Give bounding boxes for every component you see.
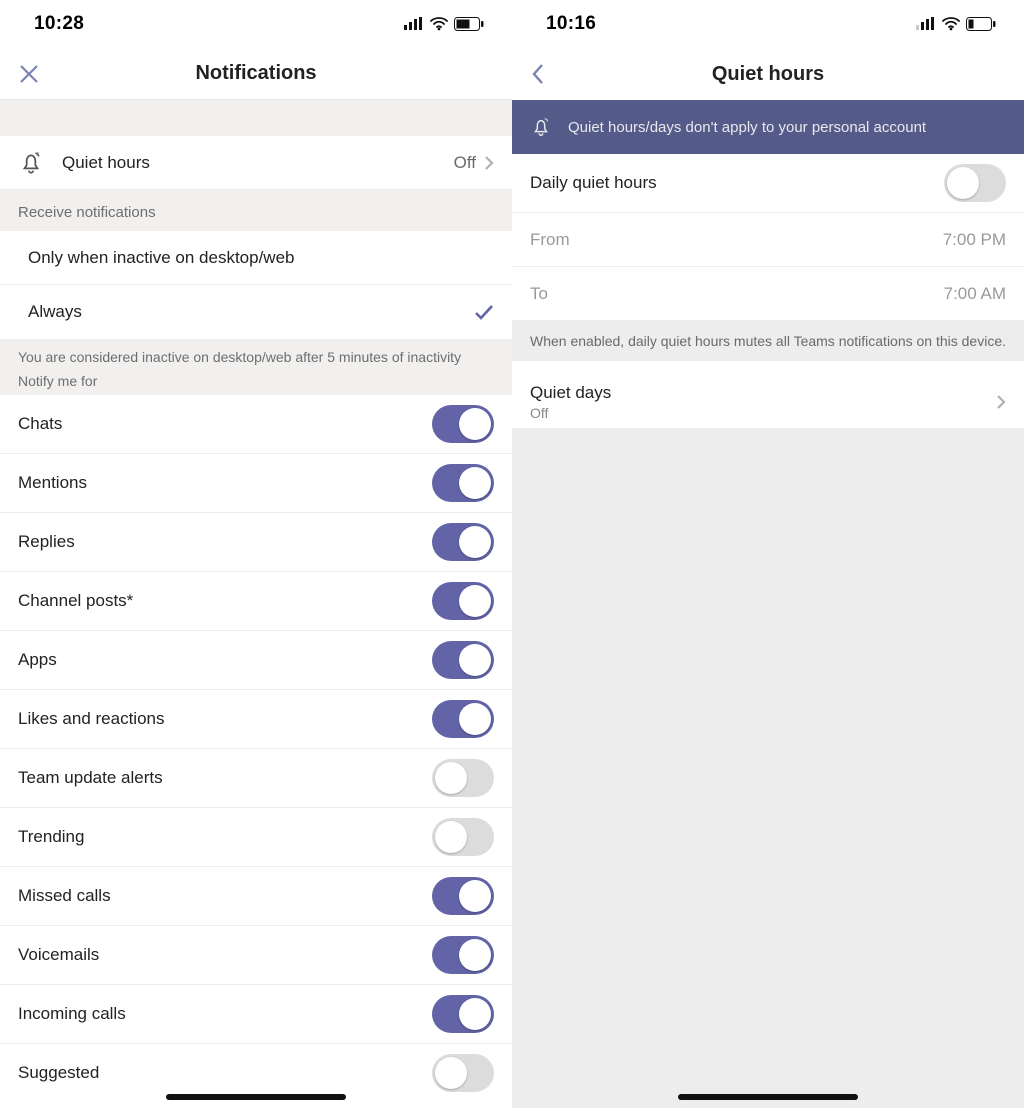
inactive-note: You are considered inactive on desktop/w…: [0, 339, 512, 371]
quiet-days-value: Off: [530, 405, 611, 421]
notify-toggle[interactable]: [432, 759, 494, 797]
notify-toggle-label: Suggested: [18, 1063, 99, 1083]
notify-toggle-row: Trending: [0, 808, 512, 867]
receive-header: Receive notifications: [0, 190, 512, 231]
receive-option[interactable]: Only when inactive on desktop/web: [0, 231, 512, 285]
banner-text: Quiet hours/days don't apply to your per…: [568, 119, 926, 136]
notify-toggle-label: Voicemails: [18, 945, 99, 965]
to-label: To: [530, 284, 548, 304]
from-value: 7:00 PM: [943, 230, 1006, 250]
quiet-hours-icon: [530, 116, 552, 138]
daily-helper: When enabled, daily quiet hours mutes al…: [512, 321, 1024, 361]
notify-toggle-row: Likes and reactions: [0, 690, 512, 749]
quiet-hours-row[interactable]: z Quiet hours Off: [0, 136, 512, 190]
notify-toggle-row: Incoming calls: [0, 985, 512, 1044]
daily-quiet-hours-label: Daily quiet hours: [530, 173, 657, 193]
notify-toggle-label: Mentions: [18, 473, 87, 493]
chevron-right-icon: [996, 394, 1006, 410]
personal-account-banner: Quiet hours/days don't apply to your per…: [512, 100, 1024, 154]
notify-toggle-row: Team update alerts: [0, 749, 512, 808]
notify-toggle[interactable]: [432, 995, 494, 1033]
empty-area: [512, 429, 1024, 1108]
receive-option-label: Always: [28, 302, 82, 322]
notify-toggle-row: Replies: [0, 513, 512, 572]
notify-toggle-row: Missed calls: [0, 867, 512, 926]
notify-toggle-label: Missed calls: [18, 886, 111, 906]
quiet-hours-value: Off: [454, 153, 476, 173]
navbar-notifications: Notifications: [0, 48, 512, 100]
to-value: 7:00 AM: [944, 284, 1006, 304]
section-spacer: [0, 100, 512, 136]
status-time: 10:28: [34, 13, 84, 35]
notify-toggle-row: Mentions: [0, 454, 512, 513]
status-icons: [404, 17, 484, 31]
notify-toggle[interactable]: [432, 936, 494, 974]
page-title: Quiet hours: [712, 63, 824, 86]
back-button[interactable]: [530, 62, 546, 86]
home-indicator[interactable]: [678, 1094, 858, 1100]
notify-toggle-row: Chats: [0, 395, 512, 454]
notify-toggle-label: Incoming calls: [18, 1004, 126, 1024]
status-bar: 10:28: [0, 0, 512, 48]
notify-toggle-row: Apps: [0, 631, 512, 690]
notify-toggle[interactable]: [432, 700, 494, 738]
receive-option-label: Only when inactive on desktop/web: [28, 248, 295, 268]
notify-toggle-label: Chats: [18, 414, 62, 434]
quiet-hours-icon: z: [18, 150, 44, 176]
chevron-left-icon: [530, 62, 546, 86]
from-row[interactable]: From 7:00 PM: [512, 213, 1024, 267]
daily-quiet-hours-row: Daily quiet hours: [512, 154, 1024, 213]
notify-header: Notify me for: [0, 371, 512, 395]
wifi-icon: [430, 17, 448, 31]
from-label: From: [530, 230, 570, 250]
notify-toggle[interactable]: [432, 818, 494, 856]
to-row[interactable]: To 7:00 AM: [512, 267, 1024, 321]
notify-toggle-label: Team update alerts: [18, 768, 163, 788]
battery-icon: [966, 17, 996, 31]
chevron-right-icon: [484, 155, 494, 171]
daily-quiet-hours-toggle[interactable]: [944, 164, 1006, 202]
cellular-icon: [916, 17, 936, 31]
notify-toggle-row: Channel posts*: [0, 572, 512, 631]
page-title: Notifications: [195, 62, 316, 85]
notify-toggle[interactable]: [432, 405, 494, 443]
notify-toggle[interactable]: [432, 1054, 494, 1092]
quiet-hours-label: Quiet hours: [62, 153, 150, 173]
phone-quiet-hours: 10:16 Quiet hours Quiet hours/days don't…: [512, 0, 1024, 1108]
cellular-icon: [404, 17, 424, 31]
notify-toggle-list: Chats Mentions Replies Channel posts* Apps Li…: [0, 395, 512, 1102]
quiet-days-row[interactable]: Quiet days Off: [512, 375, 1024, 429]
navbar-quiet-hours: Quiet hours: [512, 48, 1024, 100]
status-bar: 10:16: [512, 0, 1024, 48]
notify-toggle[interactable]: [432, 523, 494, 561]
notify-toggle-label: Likes and reactions: [18, 709, 164, 729]
home-indicator[interactable]: [166, 1094, 346, 1100]
wifi-icon: [942, 17, 960, 31]
notify-toggle[interactable]: [432, 877, 494, 915]
receive-options: Only when inactive on desktop/web Always: [0, 231, 512, 339]
notify-toggle-row: Voicemails: [0, 926, 512, 985]
notify-toggle-label: Trending: [18, 827, 84, 847]
status-icons: [916, 17, 996, 31]
receive-option[interactable]: Always: [0, 285, 512, 339]
battery-icon: [454, 17, 484, 31]
notify-toggle-label: Replies: [18, 532, 75, 552]
notify-toggle[interactable]: [432, 641, 494, 679]
close-button[interactable]: [18, 63, 40, 85]
notify-toggle-label: Channel posts*: [18, 591, 133, 611]
close-icon: [18, 63, 40, 85]
checkmark-icon: [474, 304, 494, 320]
status-time: 10:16: [546, 13, 596, 35]
notify-toggle[interactable]: [432, 582, 494, 620]
svg-text:z: z: [36, 151, 39, 157]
phone-notifications: 10:28 Notifications z Quiet hours Off Re…: [0, 0, 512, 1108]
notify-toggle[interactable]: [432, 464, 494, 502]
notify-toggle-label: Apps: [18, 650, 57, 670]
quiet-days-label: Quiet days: [530, 383, 611, 403]
